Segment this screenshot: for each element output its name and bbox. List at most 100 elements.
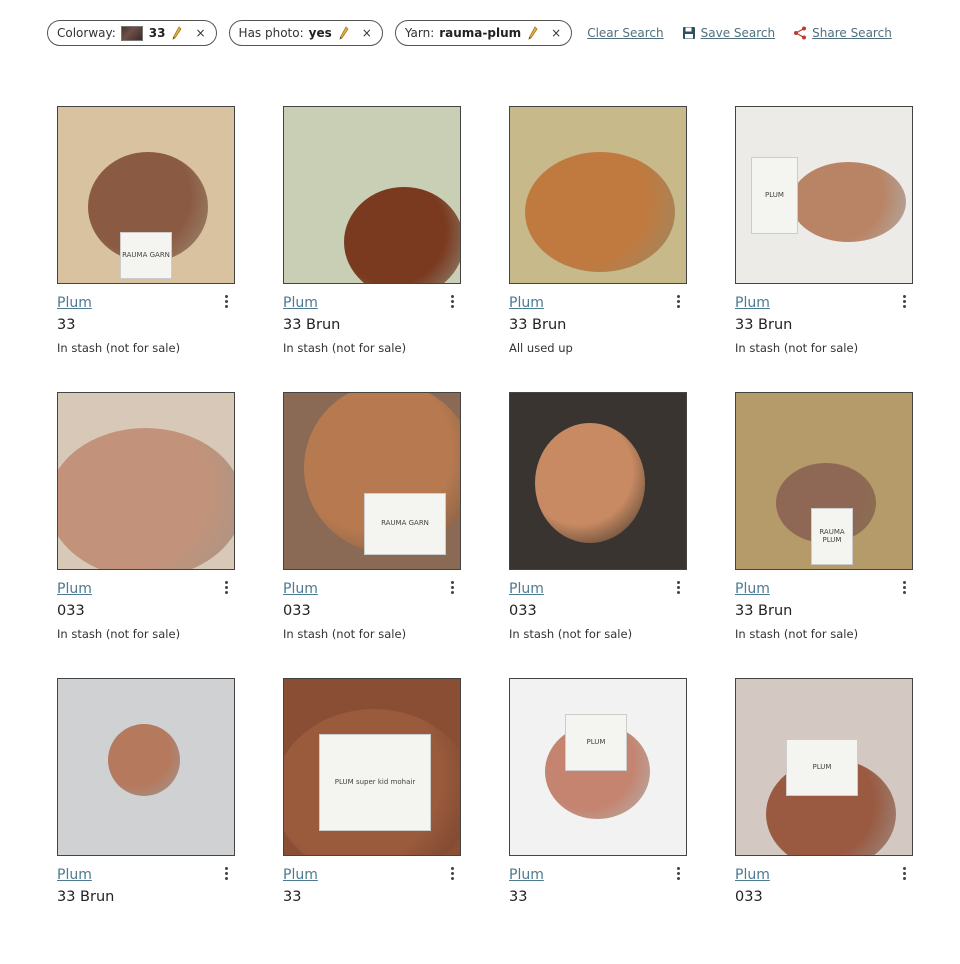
more-options-icon[interactable]: [447, 578, 457, 596]
share-search-label: Share Search: [812, 26, 892, 40]
yarn-photo[interactable]: PLUM: [735, 106, 913, 284]
pencil-icon[interactable]: [172, 26, 182, 40]
colorway-name: 033: [735, 889, 763, 905]
stash-status: All used up: [509, 341, 573, 355]
clear-search-label: Clear Search: [587, 26, 664, 40]
stash-card: PLUM Plum 33: [509, 678, 687, 964]
filter-label: Yarn:: [404, 26, 435, 40]
search-actions: Clear Search Save Search Share Search: [587, 26, 892, 40]
stash-status: In stash (not for sale): [735, 341, 859, 355]
remove-filter-icon[interactable]: ×: [362, 26, 372, 40]
colorway-name: 33: [283, 889, 302, 905]
yarn-name-link[interactable]: Plum: [509, 867, 544, 883]
stash-card: RAUMA PLUM Plum 33 Brun In stash (not fo…: [735, 392, 913, 678]
yarn-name-link[interactable]: Plum: [283, 295, 318, 311]
yarn-name-link[interactable]: Plum: [735, 295, 770, 311]
yarn-name-link[interactable]: Plum: [57, 295, 92, 311]
stash-card: Plum 33 Brun All used up: [509, 106, 687, 392]
yarn-name-link[interactable]: Plum: [509, 295, 544, 311]
more-options-icon[interactable]: [673, 578, 683, 596]
pencil-icon[interactable]: [528, 26, 538, 40]
filter-chip-has-photo[interactable]: Has photo: yes ×: [228, 20, 383, 46]
stash-status: In stash (not for sale): [283, 627, 407, 641]
yarn-ball-image: [108, 724, 180, 796]
share-search-link[interactable]: Share Search: [793, 26, 892, 40]
yarn-photo[interactable]: RAUMA GARN: [57, 106, 235, 284]
remove-filter-icon[interactable]: ×: [551, 26, 561, 40]
yarn-name-link[interactable]: Plum: [57, 581, 92, 597]
more-options-icon[interactable]: [447, 292, 457, 310]
yarn-ball-image: [58, 428, 234, 569]
yarn-photo[interactable]: RAUMA GARN: [283, 392, 461, 570]
yarn-ball-image: [525, 152, 675, 272]
yarn-label-tag: RAUMA GARN: [120, 232, 172, 279]
yarn-photo[interactable]: [283, 106, 461, 284]
more-options-icon[interactable]: [899, 864, 909, 882]
colorway-name: 33: [509, 889, 528, 905]
pencil-icon[interactable]: [339, 26, 349, 40]
more-options-icon[interactable]: [899, 292, 909, 310]
yarn-ball-image: [344, 187, 460, 283]
colorway-name: 033: [57, 603, 85, 619]
more-options-icon[interactable]: [221, 578, 231, 596]
more-options-icon[interactable]: [673, 864, 683, 882]
stash-card: RAUMA GARN Plum 033 In stash (not for sa…: [283, 392, 461, 678]
stash-card: Plum 33 Brun In stash (not for sale): [283, 106, 461, 392]
save-search-label: Save Search: [700, 26, 776, 40]
colorway-name: 33 Brun: [735, 603, 793, 619]
colorway-name: 33 Brun: [283, 317, 341, 333]
stash-status: In stash (not for sale): [57, 341, 181, 355]
more-options-icon[interactable]: [447, 864, 457, 882]
filter-value: yes: [308, 26, 332, 40]
yarn-photo[interactable]: PLUM: [509, 678, 687, 856]
more-options-icon[interactable]: [221, 864, 231, 882]
yarn-name-link[interactable]: Plum: [509, 581, 544, 597]
filter-chip-colorway[interactable]: Colorway: 33 ×: [47, 20, 217, 46]
yarn-photo[interactable]: RAUMA PLUM: [735, 392, 913, 570]
yarn-name-link[interactable]: Plum: [283, 581, 318, 597]
filter-label: Colorway:: [57, 26, 116, 40]
filter-value: 33: [148, 26, 166, 40]
yarn-name-link[interactable]: Plum: [735, 867, 770, 883]
stash-status: In stash (not for sale): [57, 627, 181, 641]
yarn-label-tag: PLUM super kid mohair: [319, 734, 431, 831]
yarn-photo[interactable]: [509, 106, 687, 284]
yarn-photo[interactable]: [57, 678, 235, 856]
yarn-label-tag: PLUM: [751, 157, 798, 234]
clear-search-link[interactable]: Clear Search: [587, 26, 663, 40]
more-options-icon[interactable]: [673, 292, 683, 310]
yarn-photo[interactable]: PLUM super kid mohair: [283, 678, 461, 856]
share-icon: [793, 26, 807, 40]
more-options-icon[interactable]: [221, 292, 231, 310]
yarn-ball-image: [535, 423, 645, 543]
colorway-name: 033: [283, 603, 311, 619]
yarn-label-tag: RAUMA GARN: [364, 493, 446, 555]
stash-status: In stash (not for sale): [509, 627, 633, 641]
stash-card: PLUM super kid mohair Plum 33: [283, 678, 461, 964]
yarn-name-link[interactable]: Plum: [283, 867, 318, 883]
stash-card: PLUM Plum 033: [735, 678, 913, 964]
filter-chip-yarn[interactable]: Yarn: rauma-plum ×: [394, 20, 573, 46]
yarn-label-tag: RAUMA PLUM: [811, 508, 853, 565]
yarn-label-tag: PLUM: [565, 714, 627, 771]
stash-results-grid: RAUMA GARN Plum 33 In stash (not for sal…: [57, 106, 913, 964]
stash-card: RAUMA GARN Plum 33 In stash (not for sal…: [57, 106, 235, 392]
yarn-name-link[interactable]: Plum: [735, 581, 770, 597]
floppy-disk-icon: [682, 26, 696, 40]
colorway-name: 033: [509, 603, 537, 619]
more-options-icon[interactable]: [899, 578, 909, 596]
yarn-photo[interactable]: [509, 392, 687, 570]
colorway-swatch: [120, 25, 143, 41]
colorway-name: 33 Brun: [57, 889, 115, 905]
remove-filter-icon[interactable]: ×: [195, 26, 205, 40]
colorway-name: 33: [57, 317, 76, 333]
filter-value: rauma-plum: [439, 26, 522, 40]
filter-label: Has photo:: [238, 26, 304, 40]
stash-card: Plum 33 Brun: [57, 678, 235, 964]
yarn-photo[interactable]: PLUM: [735, 678, 913, 856]
yarn-name-link[interactable]: Plum: [57, 867, 92, 883]
yarn-photo[interactable]: [57, 392, 235, 570]
colorway-name: 33 Brun: [509, 317, 567, 333]
save-search-link[interactable]: Save Search: [682, 26, 776, 40]
yarn-ball-image: [791, 162, 906, 242]
